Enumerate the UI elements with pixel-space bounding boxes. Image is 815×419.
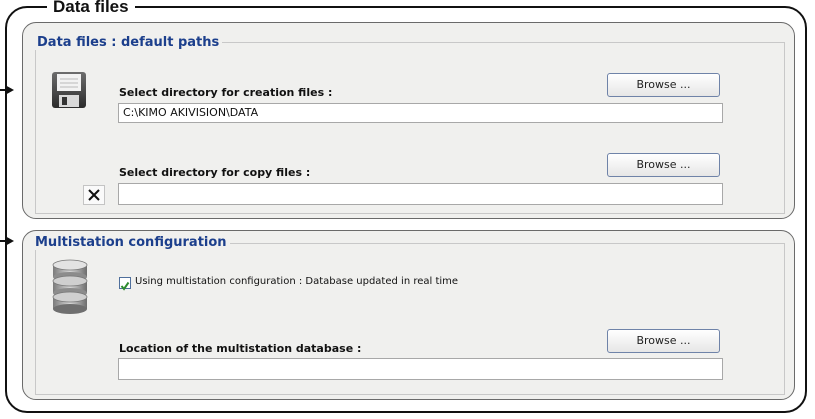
multistation-location-field[interactable]	[118, 358, 723, 380]
arrow-1-head	[5, 85, 14, 95]
copy-path-field[interactable]	[118, 183, 723, 205]
floppy-disk-icon	[51, 71, 87, 109]
close-icon[interactable]	[83, 185, 105, 205]
multistation-panel: Multistation configuration Using multist…	[22, 230, 795, 400]
multistation-checkbox[interactable]	[119, 277, 131, 291]
arrow-2-head	[5, 236, 14, 246]
copy-browse-button[interactable]: Browse ...	[607, 153, 720, 177]
creation-label: Select directory for creation files :	[119, 86, 333, 99]
multistation-browse-button[interactable]: Browse ...	[607, 329, 720, 353]
creation-browse-button[interactable]: Browse ...	[607, 73, 720, 97]
data-files-panel: Data files : default paths Select direct…	[22, 22, 795, 219]
multistation-checkbox-label[interactable]: Using multistation configuration : Datab…	[135, 276, 458, 287]
outer-title: Data files	[47, 0, 135, 15]
copy-label: Select directory for copy files :	[119, 166, 311, 179]
database-icon	[51, 259, 89, 315]
check-icon	[120, 281, 130, 291]
data-files-legend: Data files : default paths	[34, 35, 223, 50]
multistation-legend: Multistation configuration	[32, 235, 230, 250]
creation-path-field[interactable]: C:\KIMO AKIVISION\DATA	[118, 103, 723, 123]
multistation-location-label: Location of the multistation database :	[119, 342, 362, 355]
